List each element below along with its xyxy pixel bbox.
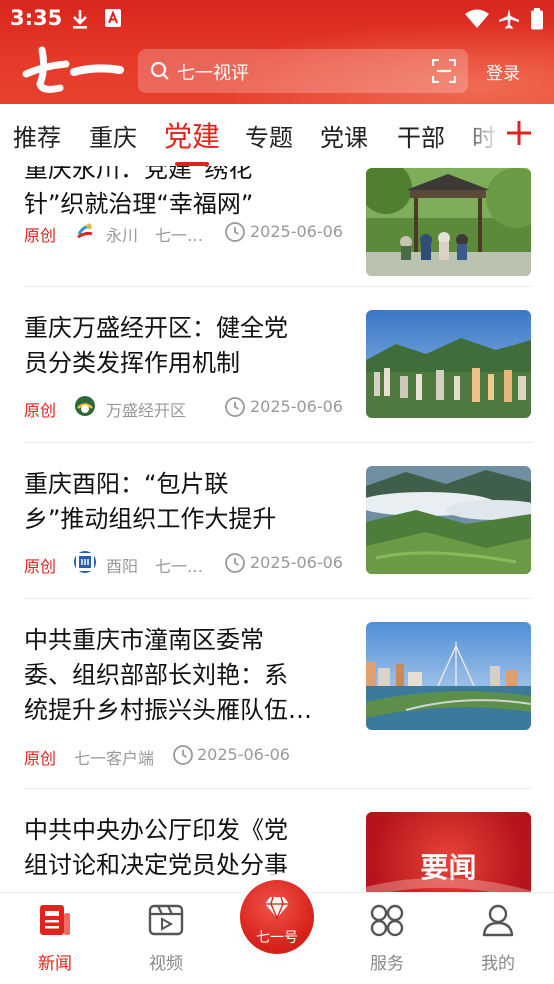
- article-title: 中共重庆市潼南区委常 委、组织部部长刘艳：系 统提升乡村振兴头雁队伍…: [24, 626, 312, 724]
- source-logo-icon: [77, 223, 93, 239]
- article-thumbnail: [366, 168, 531, 276]
- video-icon: [148, 904, 184, 936]
- original-badge: 原创: [24, 557, 57, 576]
- clock-icon: [173, 745, 193, 765]
- article-thumbnail: [366, 310, 531, 418]
- article-title: 重庆酉阳：“包片联 乡”推动组织工作大提升: [24, 470, 277, 533]
- article-source-secondary: 七一…: [155, 226, 204, 245]
- source-logo-icon: [74, 551, 96, 573]
- original-badge: 原创: [24, 749, 57, 768]
- category-tabs: 推荐 重庆 党建 专题 党课 干部 时: [0, 104, 554, 166]
- article-source: 永川: [106, 226, 139, 245]
- nav-qiyi-hao-label: 七一号: [256, 930, 298, 946]
- list-item[interactable]: 中共重庆市潼南区委常 委、组织部部长刘艳：系 统提升乡村振兴头雁队伍… 原创 七…: [24, 599, 532, 789]
- services-icon: [370, 904, 404, 937]
- tab-topics[interactable]: 专题: [245, 118, 293, 153]
- article-thumbnail: [366, 466, 531, 574]
- diamond-icon: [265, 896, 289, 920]
- tab-party-building[interactable]: 党建: [164, 115, 220, 155]
- original-badge: 原创: [24, 401, 57, 420]
- original-badge: 原创: [24, 226, 57, 245]
- article-title: 重庆永川：党建“绣花 针”织就治理“幸福网”: [24, 166, 254, 218]
- article-source: 万盛经开区: [106, 401, 187, 420]
- nav-profile[interactable]: 我的: [458, 903, 538, 974]
- article-meta: 原创 万盛经开区 2025-06-06: [24, 395, 356, 420]
- search-icon: [150, 61, 169, 80]
- nav-news[interactable]: 新闻: [15, 903, 95, 974]
- article-meta: 原创 永川 七一… 2025-06-06: [24, 220, 356, 245]
- add-channel-icon[interactable]: [505, 119, 533, 147]
- airplane-icon: [499, 9, 519, 29]
- search-bar[interactable]: 七一视评: [138, 49, 468, 93]
- nav-video-label: 视频: [149, 954, 183, 974]
- list-item[interactable]: 中共中央办公厅印发《党 组讨论和决定党员处分事 要闻: [24, 789, 532, 892]
- battery-icon: [531, 8, 543, 30]
- article-date: 2025-06-06: [250, 222, 343, 241]
- list-item[interactable]: 重庆酉阳：“包片联 乡”推动组织工作大提升 原创 酉阳 七一… 2025-06-…: [24, 443, 532, 599]
- news-feed[interactable]: 重庆永川：党建“绣花 针”织就治理“幸福网” 原创 永川 七一… 2025-06…: [0, 166, 554, 892]
- tab-cadres[interactable]: 干部: [397, 118, 445, 153]
- profile-icon: [482, 904, 514, 937]
- nav-news-label: 新闻: [38, 954, 72, 974]
- nav-services-label: 服务: [370, 954, 404, 974]
- article-source: 酉阳: [106, 557, 139, 576]
- app-logo[interactable]: 七一: [20, 44, 124, 96]
- tab-party-lessons[interactable]: 党课: [320, 118, 368, 153]
- status-bar: 3:35: [0, 0, 554, 38]
- article-title: 重庆万盛经开区：健全党 员分类发挥作用机制: [24, 314, 288, 377]
- app-notification-icon: [105, 9, 121, 27]
- news-icon: [40, 905, 70, 935]
- status-time: 3:35: [10, 6, 63, 30]
- thumbnail-headline: 要闻: [420, 851, 477, 884]
- tabs-fade: [460, 104, 510, 166]
- clock-icon: [225, 553, 245, 573]
- article-thumbnail: 要闻: [366, 812, 531, 892]
- article-meta: 原创 七一客户端 2025-06-06: [24, 743, 356, 768]
- app-header: 3:35 七一 七一视评: [0, 0, 554, 104]
- search-placeholder: 七一视评: [177, 63, 249, 84]
- clock-icon: [225, 222, 245, 242]
- list-item[interactable]: 重庆永川：党建“绣花 针”织就治理“幸福网” 原创 永川 七一… 2025-06…: [24, 166, 532, 287]
- scan-icon[interactable]: [432, 59, 456, 83]
- nav-video[interactable]: 视频: [126, 903, 206, 974]
- nav-profile-label: 我的: [481, 954, 515, 974]
- nav-services[interactable]: 服务: [347, 903, 427, 974]
- source-logo-icon: [75, 396, 95, 416]
- article-meta: 原创 酉阳 七一… 2025-06-06: [24, 551, 356, 576]
- article-source-secondary: 七一…: [155, 557, 204, 576]
- wifi-icon: [465, 9, 489, 28]
- article-date: 2025-06-06: [250, 553, 343, 572]
- login-button[interactable]: 登录: [486, 59, 520, 84]
- article-title: 中共中央办公厅印发《党 组讨论和决定党员处分事: [24, 816, 288, 879]
- tab-recommend[interactable]: 推荐: [13, 118, 61, 153]
- tab-chongqing[interactable]: 重庆: [89, 118, 137, 153]
- clock-icon: [225, 397, 245, 417]
- qiyi-hao-button[interactable]: 七一号: [240, 880, 314, 954]
- list-item[interactable]: 重庆万盛经开区：健全党 员分类发挥作用机制 原创 万盛经开区 2025-06-0…: [24, 287, 532, 443]
- article-thumbnail: [366, 622, 531, 730]
- article-source: 七一客户端: [74, 749, 155, 768]
- article-date: 2025-06-06: [197, 745, 290, 764]
- download-icon: [73, 10, 87, 29]
- article-date: 2025-06-06: [250, 397, 343, 416]
